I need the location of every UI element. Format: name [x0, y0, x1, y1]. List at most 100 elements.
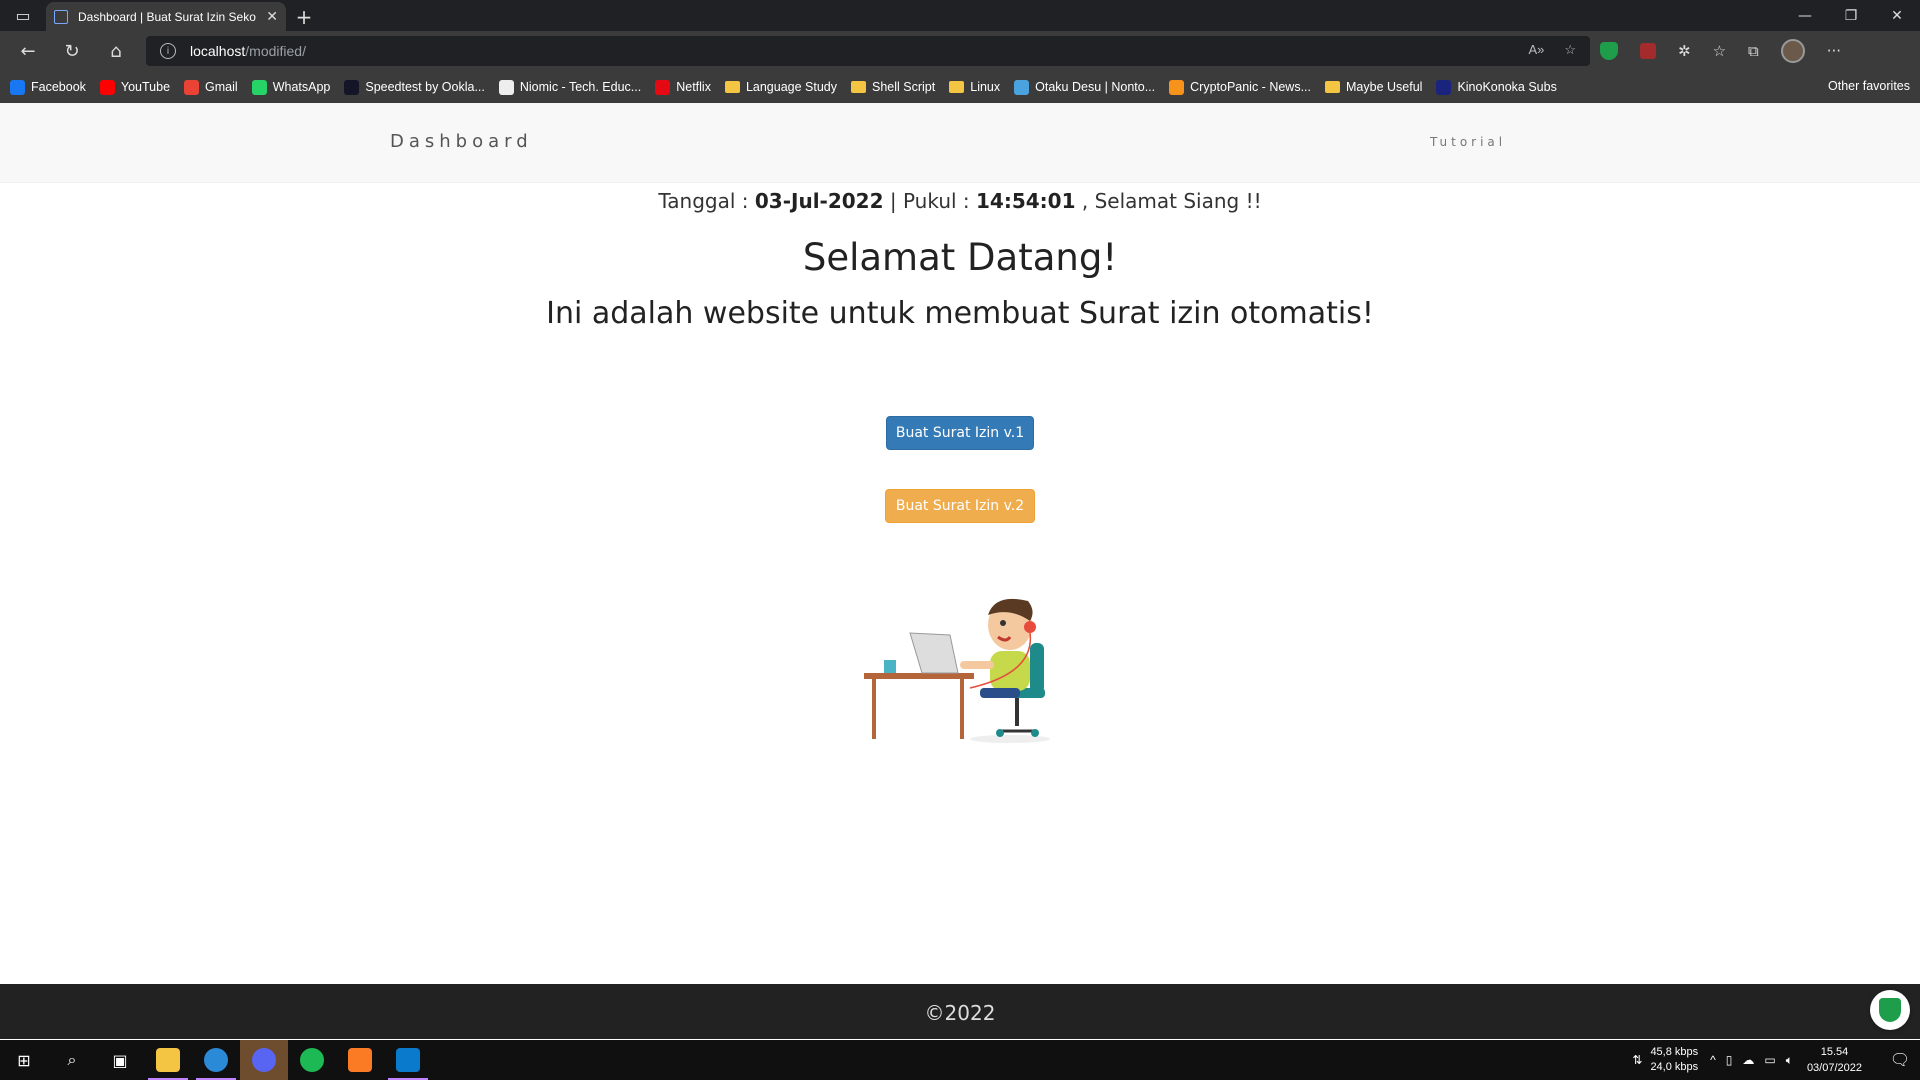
clock-date: 03/07/2022: [1806, 1062, 1862, 1074]
favorites-icon[interactable]: ☆: [1713, 42, 1726, 60]
browser-tab-bar: ▭ Dashboard | Buat Surat Izin Seko ✕ + —…: [0, 0, 1920, 31]
bookmark-item[interactable]: Niomic - Tech. Educ...: [498, 79, 641, 95]
xampp-icon[interactable]: [336, 1040, 384, 1080]
folder-icon: [724, 81, 740, 93]
back-icon[interactable]: ←: [6, 31, 50, 71]
kinokonoka-icon: [1436, 79, 1452, 95]
site-info-icon[interactable]: i: [160, 43, 176, 59]
close-tab-icon[interactable]: ✕: [266, 8, 278, 25]
home-icon[interactable]: ⌂: [94, 31, 138, 71]
task-view-icon[interactable]: ▣: [96, 1040, 144, 1080]
security-badge-icon[interactable]: [1870, 990, 1910, 1030]
bookmark-item[interactable]: Speedtest by Ookla...: [344, 79, 485, 95]
edge-browser-icon[interactable]: [192, 1040, 240, 1080]
bookmark-label: Shell Script: [872, 80, 936, 94]
volume-icon[interactable]: 🔈︎: [1786, 1053, 1793, 1068]
bookmark-item[interactable]: YouTube: [99, 79, 171, 95]
youtube-icon: [99, 79, 115, 95]
address-input[interactable]: i localhost/modified/ A» ☆: [146, 36, 1590, 66]
niomic-icon: [498, 79, 514, 95]
bookmark-item[interactable]: Language Study: [724, 80, 838, 94]
net-up: 24,0 kbps: [1650, 1061, 1699, 1073]
bookmark-label: WhatsApp: [272, 80, 331, 94]
bookmark-label: Maybe Useful: [1346, 80, 1423, 94]
datetime-line: Tanggal : 03-Jul-2022 | Pukul : 14:54:01…: [0, 189, 1920, 213]
bookmark-item[interactable]: Linux: [949, 80, 1000, 94]
bookmark-label: Otaku Desu | Nonto...: [1035, 80, 1156, 94]
discord-icon[interactable]: [240, 1040, 288, 1080]
bookmark-label: Facebook: [31, 80, 86, 94]
footer: ©2022: [0, 984, 1920, 1039]
new-tab-button[interactable]: +: [286, 2, 322, 31]
navbar: Dashboard Tutorial: [0, 103, 1920, 183]
system-clock[interactable]: 15.54 03/07/2022: [1807, 1044, 1862, 1076]
notification-center-icon[interactable]: 🗨︎: [1880, 1050, 1920, 1070]
create-letter-v2-button[interactable]: Buat Surat Izin v.2: [885, 489, 1035, 523]
navbar-brand[interactable]: Dashboard: [390, 131, 533, 152]
bookmark-item[interactable]: KinoKonoka Subs: [1436, 79, 1557, 95]
page-favicon-icon: [54, 9, 68, 24]
bookmark-item[interactable]: Otaku Desu | Nonto...: [1014, 79, 1156, 95]
speedtest-icon: [344, 79, 360, 95]
time-prefix: | Pukul :: [883, 189, 977, 213]
copyright: ©2022: [924, 1001, 996, 1025]
folder-icon: [949, 81, 965, 93]
collections-icon[interactable]: ⧉: [1748, 42, 1759, 60]
date-value: 03-Jul-2022: [754, 189, 884, 213]
netflix-icon: [655, 79, 671, 95]
bookmark-label: CryptoPanic - News...: [1190, 80, 1311, 94]
otakudesu-icon: [1014, 79, 1030, 95]
windows-start-icon[interactable]: ⊞: [0, 1040, 48, 1080]
net-down: 45,8 kbps: [1650, 1046, 1699, 1058]
clock-time: 15.54: [1820, 1046, 1849, 1058]
bookmark-item[interactable]: Netflix: [655, 79, 711, 95]
gmail-icon: [184, 79, 200, 95]
vscode-icon[interactable]: [384, 1040, 432, 1080]
bookmark-item[interactable]: Shell Script: [851, 80, 935, 94]
welcome-heading: Selamat Datang!: [802, 236, 1118, 279]
bookmark-label: Linux: [970, 80, 1001, 94]
bookmark-item[interactable]: Facebook: [10, 79, 86, 95]
minimize-icon[interactable]: —: [1782, 0, 1828, 31]
facebook-icon: [10, 79, 25, 95]
bookmark-label: KinoKonoka Subs: [1457, 80, 1557, 94]
bookmark-item[interactable]: Gmail: [184, 79, 238, 95]
extension-icon[interactable]: [1640, 43, 1656, 59]
page-content: Dashboard Tutorial Tanggal : 03-Jul-2022…: [0, 103, 1920, 1039]
read-aloud-icon[interactable]: A»: [1528, 42, 1544, 58]
bookmark-label: Language Study: [745, 80, 838, 94]
refresh-icon[interactable]: ↻: [50, 31, 94, 71]
search-icon[interactable]: ⌕: [48, 1040, 96, 1080]
more-menu-icon[interactable]: ···: [1827, 42, 1841, 60]
extensions-puzzle-icon[interactable]: ✲: [1678, 42, 1691, 60]
person-at-desk-illustration: [864, 598, 1050, 743]
profile-avatar[interactable]: [1780, 39, 1805, 63]
restore-icon[interactable]: ❐: [1828, 0, 1874, 31]
browser-tab-active[interactable]: Dashboard | Buat Surat Izin Seko ✕: [46, 2, 286, 31]
bookmark-item[interactable]: Maybe Useful: [1325, 80, 1422, 94]
bookmark-label: YouTube: [120, 80, 171, 94]
bookmark-item[interactable]: CryptoPanic - News...: [1169, 79, 1311, 95]
create-letter-v1-button[interactable]: Buat Surat Izin v.1: [886, 416, 1034, 450]
security-extension-icon[interactable]: [1600, 42, 1618, 60]
spotify-icon[interactable]: [288, 1040, 336, 1080]
close-window-icon[interactable]: ✕: [1874, 0, 1920, 31]
tab-title: Dashboard | Buat Surat Izin Seko: [78, 9, 256, 24]
folder-icon: [1325, 81, 1340, 93]
device-icon[interactable]: ▯: [1726, 1053, 1733, 1068]
bookmark-item[interactable]: WhatsApp: [251, 79, 331, 95]
url-host: localhost: [190, 43, 246, 59]
bookmark-label: Gmail: [205, 80, 238, 94]
nav-link-tutorial[interactable]: Tutorial: [1430, 135, 1506, 149]
time-value: 14:54:01: [976, 189, 1076, 213]
date-prefix: Tanggal :: [658, 189, 755, 213]
other-favorites-label: Other favorites: [1828, 79, 1910, 93]
tab-actions-icon[interactable]: ▭: [0, 0, 46, 31]
network-icon[interactable]: ▭: [1764, 1053, 1775, 1068]
chevron-up-icon[interactable]: ^: [1710, 1053, 1716, 1068]
other-favorites[interactable]: Other favorites: [1828, 79, 1910, 93]
cloud-icon[interactable]: ☁: [1742, 1053, 1754, 1068]
file-explorer-icon[interactable]: [144, 1040, 192, 1080]
bookmark-label: Netflix: [676, 80, 711, 94]
add-favorite-icon[interactable]: ☆: [1564, 42, 1576, 58]
